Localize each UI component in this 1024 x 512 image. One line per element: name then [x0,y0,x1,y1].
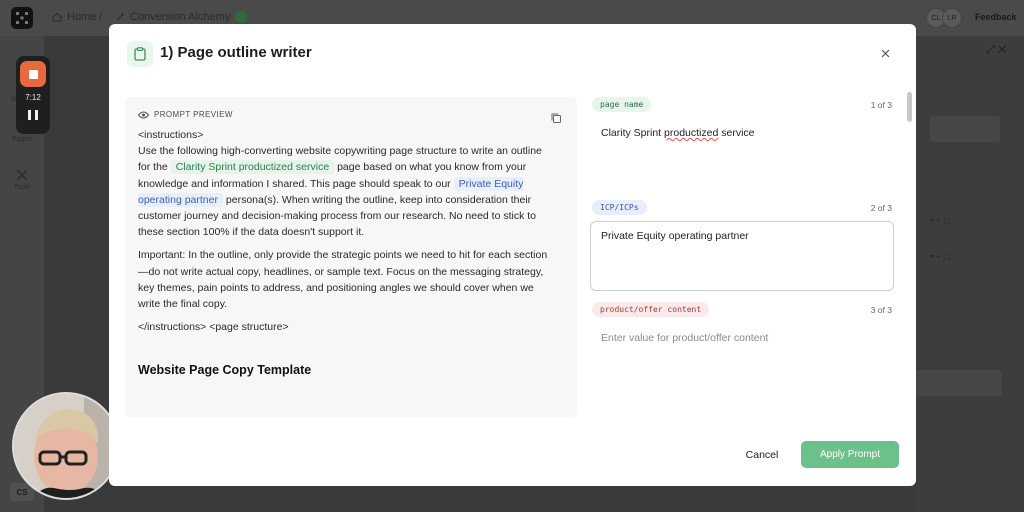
breadcrumb-separator: / [99,11,103,23]
project-status-badge [235,11,248,23]
field-count: 1 of 3 [870,100,892,110]
close-button[interactable] [877,45,893,61]
feedback-button[interactable]: Feedback [975,12,1017,22]
breadcrumb-project-label: Conversion Alchemy [130,11,231,23]
prompt-preview-title: PROMPT PREVIEW [154,110,233,119]
page-name-field[interactable]: Clarity Sprint productized service [601,127,755,139]
collaborator-avatars: CL LR [926,8,962,28]
recording-time: 7:12 [25,93,41,102]
field-value-misspelled: productized [664,127,719,139]
tools-icon [16,169,28,181]
sidebar-item-tools[interactable]: Tools [0,168,44,191]
modal-title: 1) Page outline writer [160,44,312,61]
eye-icon [138,111,149,118]
logo-icon[interactable] [11,7,33,29]
breadcrumb-project[interactable]: Conversion Alchemy [115,11,248,23]
clipboard-icon [127,41,153,67]
sidebar-item-label: Tools [13,184,31,191]
instructions-close-tag: </instructions> <page structure> [138,321,289,334]
right-panel-row: ▾ + ▢ [930,216,951,225]
prompt-preview-label: PROMPT PREVIEW [138,110,233,119]
preview-paragraph: Important: In the outline, only provide … [138,249,548,311]
copy-button[interactable] [550,111,562,123]
avatar[interactable]: LR [942,8,962,28]
right-panel-row: ▾ + ▢ [930,252,951,261]
prompt-modal: 1) Page outline writer PROMPT PREVIEW <i… [109,24,916,486]
field-count: 3 of 3 [870,305,892,315]
copy-icon [551,113,561,123]
prompt-preview-panel: PROMPT PREVIEW <instructions> Use the fo… [125,97,577,417]
right-panel-block [916,370,1002,396]
stop-recording-button[interactable] [20,61,46,87]
field-value-text: service [718,127,755,139]
instructions-open-tag: <instructions> [138,129,204,141]
fields-scrollbar[interactable] [907,92,912,122]
field-tag-page-name: page name [592,97,652,112]
app-right-panel [916,36,1024,512]
webcam-bubble[interactable] [12,392,120,500]
right-panel-block [930,116,1000,142]
apply-prompt-button[interactable]: Apply Prompt [801,441,899,468]
variable-fields: page name 1 of 3 Clarity Sprint producti… [590,97,896,427]
close-icon [881,49,889,57]
webcam-feed [14,394,118,498]
pause-icon[interactable] [28,110,38,120]
screen-recorder: 7:12 [16,56,50,134]
field-tag-icp: ICP/ICPs [592,200,647,215]
field-tag-product-offer: product/offer content [592,302,710,317]
project-icon [116,13,124,21]
breadcrumb-home-label: Home [67,11,97,23]
sidebar-item-label: Pages [12,136,32,143]
prompt-preview-body: <instructions> Use the following high-co… [138,127,548,342]
field-value-text: Clarity Sprint [601,127,665,139]
variable-chip-page-name: Clarity Sprint productized service [170,160,335,175]
field-count: 2 of 3 [870,203,892,213]
preview-heading: Website Page Copy Template [138,363,312,377]
stop-icon [28,69,38,79]
expand-icon[interactable]: ⤢ ✕ [986,44,1006,57]
breadcrumb-home[interactable]: Home [52,11,96,23]
product-offer-field[interactable]: Enter value for product/offer content [601,332,768,344]
home-icon [52,12,62,22]
cancel-button[interactable]: Cancel [737,444,787,466]
icp-field-value: Private Equity operating partner [601,230,749,242]
modal-header: 1) Page outline writer [109,24,916,82]
